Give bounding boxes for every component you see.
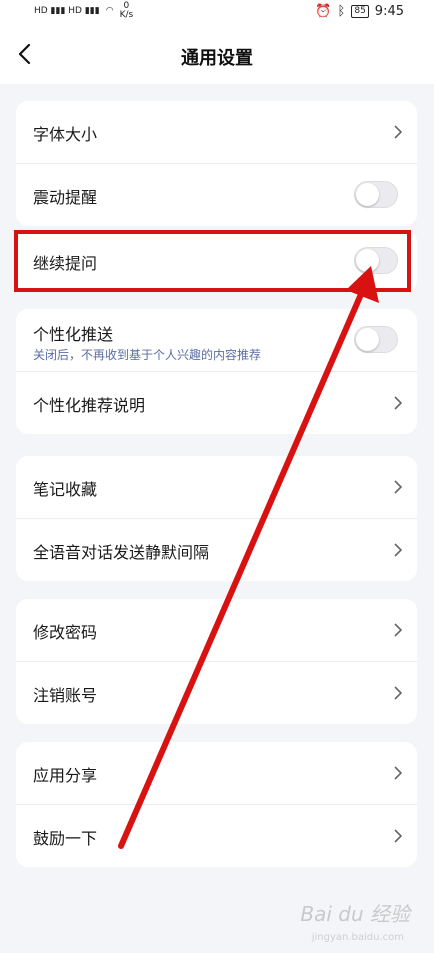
watermark-logo: Bai du 经验 <box>300 902 410 926</box>
watermark-url: jingyan.baidu.com <box>311 932 404 943</box>
annotation-arrow-icon <box>118 266 379 849</box>
